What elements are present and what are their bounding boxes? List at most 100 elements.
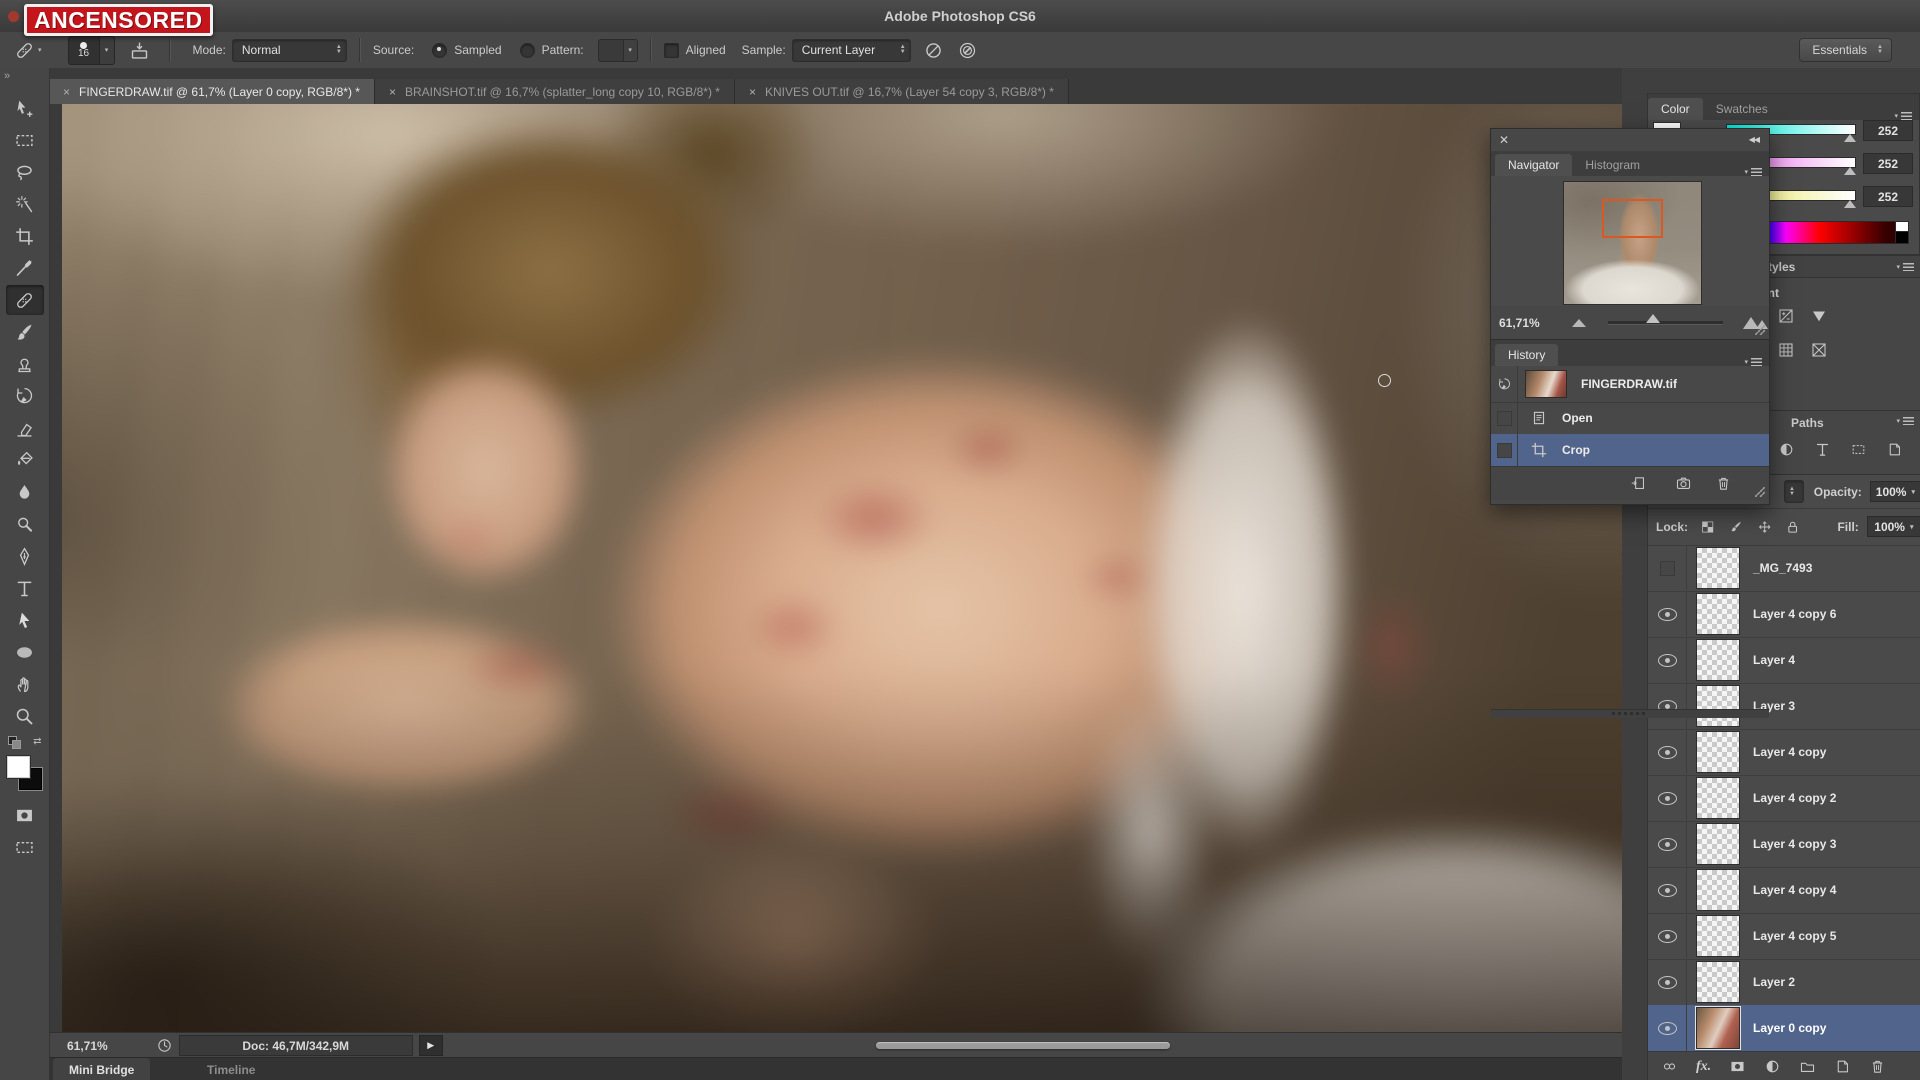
layer-thumbnail[interactable]: [1696, 639, 1740, 681]
new-document-from-state-icon[interactable]: [1630, 475, 1647, 492]
slider-thumb[interactable]: [1646, 314, 1660, 323]
tool-gradient[interactable]: [6, 445, 44, 475]
opacity-value-box[interactable]: 100% ▾: [1870, 481, 1920, 502]
green-slider-thumb[interactable]: [1844, 167, 1856, 175]
panel-menu-icon[interactable]: ▾: [1744, 168, 1762, 176]
visibility-toggle[interactable]: [1648, 1005, 1687, 1051]
sample-select[interactable]: Current Layer ▲▼: [792, 39, 911, 62]
visibility-toggle[interactable]: [1648, 775, 1687, 821]
red-value[interactable]: 252: [1863, 120, 1913, 141]
layer-row[interactable]: Layer 4 copy 5: [1648, 913, 1920, 960]
history-source-well[interactable]: [1491, 434, 1518, 466]
resize-grip[interactable]: [1755, 487, 1765, 497]
tool-eraser[interactable]: [6, 413, 44, 443]
layer-row[interactable]: Layer 4: [1648, 637, 1920, 684]
screen-mode-button[interactable]: [6, 832, 44, 862]
status-menu-arrow[interactable]: ▶: [419, 1035, 443, 1056]
aligned-checkbox[interactable]: [664, 43, 679, 58]
visibility-toggle[interactable]: [1648, 591, 1687, 637]
fill-path-icon[interactable]: [1778, 441, 1795, 458]
panel-menu-icon[interactable]: ▾: [1894, 112, 1912, 120]
document-tab-fingerdraw[interactable]: × FINGERDRAW.tif @ 61,7% (Layer 0 copy, …: [49, 79, 375, 104]
tab-color[interactable]: Color: [1648, 98, 1703, 120]
new-adjustment-layer-icon[interactable]: [1764, 1058, 1781, 1075]
history-brush-source-well[interactable]: [1491, 366, 1518, 402]
tool-dodge[interactable]: [6, 509, 44, 539]
workspace-switcher[interactable]: Essentials ▲▼: [1799, 38, 1892, 62]
layer-row[interactable]: Layer 4 copy 3: [1648, 821, 1920, 868]
navigator-view-frame[interactable]: [1602, 199, 1663, 238]
visibility-toggle[interactable]: [1648, 913, 1687, 959]
layer-row[interactable]: Layer 4 copy 2: [1648, 775, 1920, 822]
layer-thumbnail[interactable]: [1696, 915, 1740, 957]
quick-mask-button[interactable]: [6, 800, 44, 830]
close-icon[interactable]: ✕: [1499, 133, 1509, 147]
title-bar[interactable]: Adobe Photoshop CS6: [0, 0, 1920, 33]
layer-thumbnail[interactable]: [1696, 1007, 1740, 1049]
horizontal-scrollbar[interactable]: [876, 1042, 1170, 1049]
blue-value[interactable]: 252: [1863, 186, 1913, 207]
vibrance-adjustment-button[interactable]: [1806, 304, 1832, 327]
visibility-toggle[interactable]: [1648, 637, 1687, 683]
default-swap-colors[interactable]: ⇄: [8, 736, 42, 748]
tab-paths[interactable]: Paths: [1791, 416, 1824, 430]
channel-mixer-button[interactable]: [1773, 338, 1799, 361]
tool-eyedropper[interactable]: [6, 253, 44, 283]
layer-row[interactable]: Layer 4 copy 6: [1648, 591, 1920, 638]
tab-history[interactable]: History: [1495, 344, 1558, 366]
tab-mini-bridge[interactable]: Mini Bridge: [53, 1058, 150, 1080]
lock-paint-icon[interactable]: [1728, 519, 1743, 535]
new-group-icon[interactable]: [1799, 1058, 1816, 1075]
delete-state-trash-icon[interactable]: [1715, 475, 1732, 492]
layer-thumbnail[interactable]: [1696, 961, 1740, 1003]
tool-hand[interactable]: [6, 669, 44, 699]
toggle-brush-panel-button[interactable]: [127, 38, 153, 62]
tool-clone-stamp[interactable]: [6, 349, 44, 379]
ignore-adjustment-layers-button[interactable]: [921, 38, 947, 62]
canvas-area[interactable]: [49, 104, 1622, 1032]
visibility-toggle[interactable]: [1648, 683, 1687, 729]
history-snapshot-row[interactable]: FINGERDRAW.tif: [1491, 366, 1769, 403]
layer-thumbnail[interactable]: [1696, 547, 1740, 589]
tool-spot-healing-brush[interactable]: [6, 285, 44, 315]
lock-transparency-icon[interactable]: [1700, 519, 1715, 535]
panel-drag-strip[interactable]: [1491, 709, 1769, 718]
tool-blur[interactable]: [6, 477, 44, 507]
path-rect-icon[interactable]: [1850, 441, 1867, 458]
close-icon[interactable]: ×: [389, 85, 396, 99]
document-tab-brainshot[interactable]: × BRAINSHOT.tif @ 16,7% (splatter_long c…: [375, 79, 735, 104]
snapshot-thumbnail[interactable]: [1525, 370, 1567, 398]
layer-thumbnail[interactable]: [1696, 823, 1740, 865]
layer-row-selected[interactable]: Layer 0 copy: [1648, 1005, 1920, 1052]
layer-style-button[interactable]: fx.: [1696, 1059, 1711, 1075]
delete-layer-icon[interactable]: [1869, 1058, 1886, 1075]
color-lookup-button[interactable]: [1806, 338, 1832, 361]
fill-value-box[interactable]: 100% ▾: [1867, 516, 1920, 537]
tool-ellipse-shape[interactable]: [6, 637, 44, 667]
new-path-icon[interactable]: [1886, 441, 1903, 458]
tab-histogram[interactable]: Histogram: [1572, 154, 1653, 176]
black-swatch[interactable]: [1895, 231, 1909, 244]
visibility-toggle[interactable]: [1648, 545, 1687, 591]
lock-position-icon[interactable]: [1757, 519, 1772, 535]
tool-crop[interactable]: [6, 221, 44, 251]
tool-preset-dropdown-arrow-icon[interactable]: ▾: [38, 46, 42, 54]
exposure-adjustment-button[interactable]: [1773, 304, 1799, 327]
layer-thumbnail[interactable]: [1696, 869, 1740, 911]
close-icon[interactable]: ×: [63, 85, 70, 99]
layer-row[interactable]: Layer 4 copy: [1648, 729, 1920, 776]
lock-all-icon[interactable]: [1785, 519, 1800, 535]
zoom-level-field[interactable]: 61,71%: [67, 1039, 108, 1053]
layer-row[interactable]: Layer 3: [1648, 683, 1920, 730]
tool-type[interactable]: [6, 573, 44, 603]
layer-row[interactable]: Layer 4 copy 4: [1648, 867, 1920, 914]
close-icon[interactable]: ×: [749, 85, 756, 99]
navigator-zoom-field[interactable]: 61,71%: [1499, 316, 1540, 330]
layer-thumbnail[interactable]: [1696, 593, 1740, 635]
red-slider-thumb[interactable]: [1844, 134, 1856, 142]
panel-menu-icon[interactable]: ▾: [1896, 263, 1914, 271]
resize-grip[interactable]: [1755, 325, 1765, 335]
layer-thumbnail[interactable]: [1696, 777, 1740, 819]
history-step-open[interactable]: Open: [1491, 402, 1769, 435]
tablet-pressure-button[interactable]: [955, 38, 981, 62]
